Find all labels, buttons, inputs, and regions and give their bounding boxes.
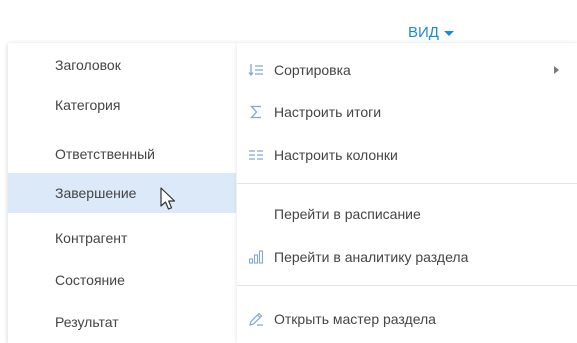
menu-item-label: Настроить итоги [274,104,382,120]
menu-item-responsible[interactable]: Ответственный [8,134,236,174]
menu-item-completion[interactable]: Завершение [8,173,236,213]
sort-icon [248,62,264,78]
menu-item-counterparty[interactable]: Контрагент [8,218,236,258]
menu-item-schedule[interactable]: Перейти в расписание [237,194,563,234]
view-menu-label: ВИД [408,23,439,41]
menu-item-label: Настроить колонки [274,147,398,163]
menu-item-analytics[interactable]: Перейти в аналитику раздела [237,237,563,277]
menu-item-label: Открыть мастер раздела [274,311,436,327]
menu-item-label: Заголовок [55,57,121,73]
menu-item-label: Сортировка [274,62,351,78]
pencil-icon [248,311,264,327]
menu-item-category[interactable]: Категория [8,85,236,125]
menu-item-section-wizard[interactable]: Открыть мастер раздела [237,299,563,339]
menu-item-sort[interactable]: Сортировка [237,50,563,90]
menu-item-status[interactable]: Состояние [8,260,236,300]
bar-chart-icon [248,249,264,265]
menu-item-label: Категория [55,97,121,113]
menu-divider [237,285,577,286]
menu-item-label: Ответственный [55,146,155,162]
menu-item-label: Результат [55,314,119,330]
submenu-arrow-icon [554,66,559,74]
mouse-pointer-icon [160,187,176,210]
menu-item-title[interactable]: Заголовок [8,45,236,85]
menu-item-label: Завершение [55,185,137,201]
menu-divider [237,183,577,184]
sigma-icon [248,104,264,120]
menu-item-label: Перейти в аналитику раздела [274,249,469,265]
caret-down-icon [443,30,454,36]
menu-item-columns[interactable]: Настроить колонки [237,135,563,175]
columns-icon [248,147,264,163]
menu-item-label: Состояние [55,272,125,288]
view-menu-button[interactable]: ВИД [408,20,454,44]
menu-item-result[interactable]: Результат [8,302,236,342]
view-dropdown-menu: Сортировка Настроить итоги Настроить кол… [237,43,577,343]
column-menu: Заголовок Категория Ответственный Заверш… [8,43,238,343]
menu-item-label: Перейти в расписание [274,206,421,222]
menu-item-label: Контрагент [55,230,128,246]
menu-item-totals[interactable]: Настроить итоги [237,92,563,132]
